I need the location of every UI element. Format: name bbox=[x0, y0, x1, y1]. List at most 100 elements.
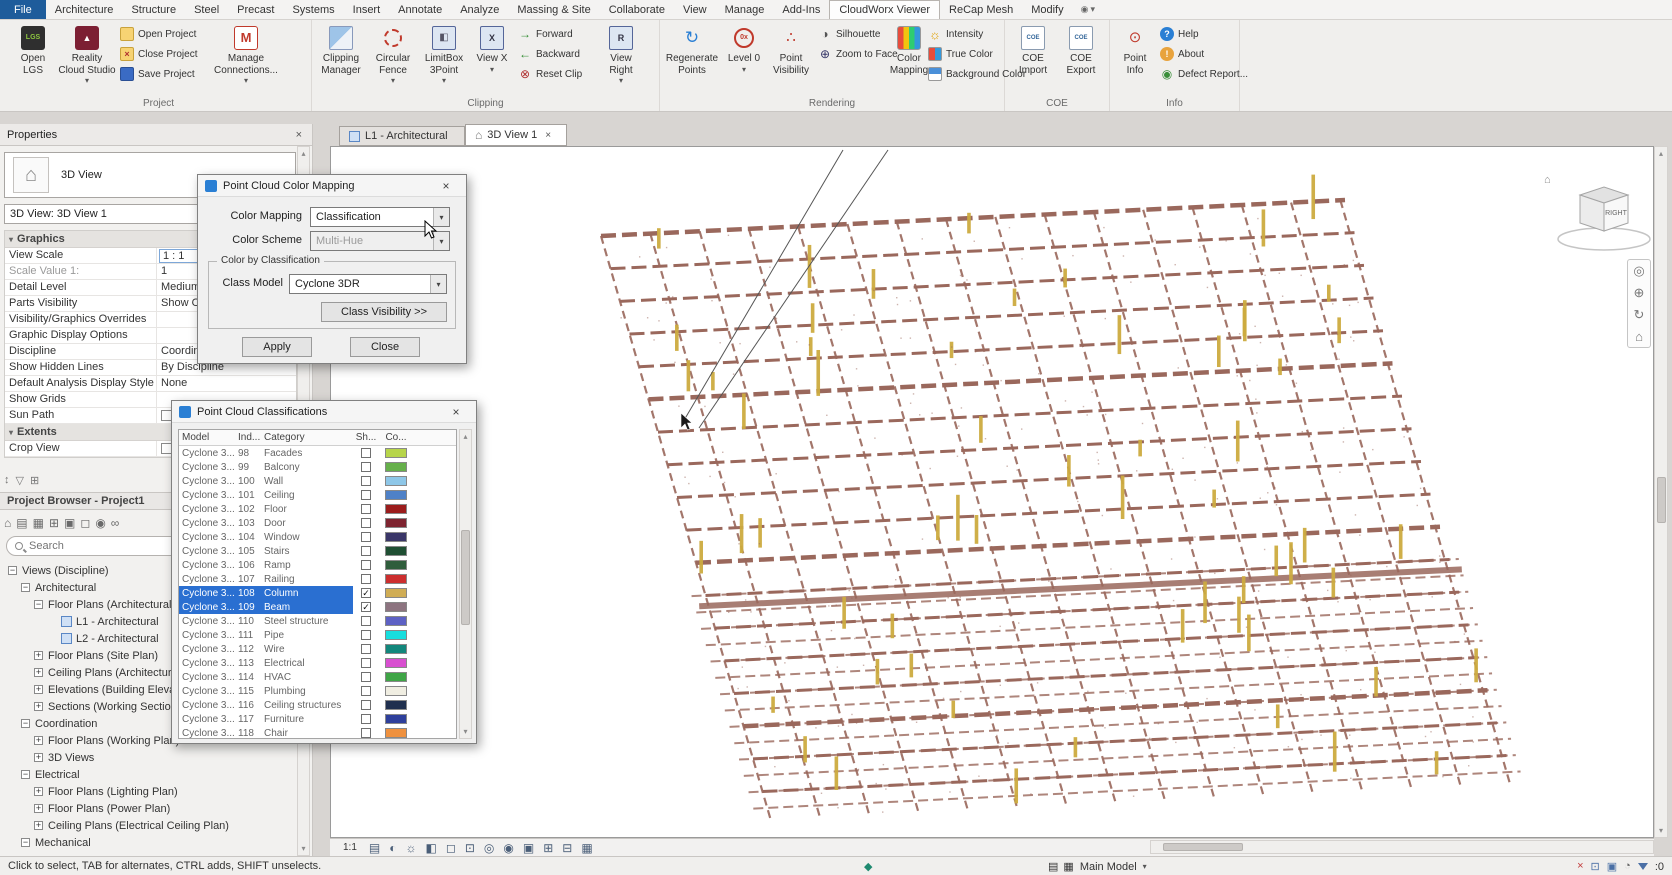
color-swatch[interactable] bbox=[385, 714, 407, 724]
visibility-checkbox[interactable] bbox=[361, 560, 371, 570]
classification-row-106[interactable]: Cyclone 3...106Ramp bbox=[179, 558, 456, 572]
column-header-ind[interactable]: Ind... bbox=[235, 430, 261, 445]
menu-item-modify[interactable]: Modify bbox=[1022, 0, 1072, 19]
tree-expander-icon[interactable]: − bbox=[21, 838, 30, 847]
visibility-checkbox[interactable] bbox=[361, 532, 371, 542]
zoom-icon[interactable]: ⊕ bbox=[1634, 285, 1645, 301]
expand-all-icon[interactable]: ⊞ bbox=[30, 474, 39, 487]
menu-item-recap-mesh[interactable]: ReCap Mesh bbox=[940, 0, 1022, 19]
classification-row-100[interactable]: Cyclone 3...100Wall bbox=[179, 474, 456, 488]
menu-item-systems[interactable]: Systems bbox=[283, 0, 343, 19]
families-icon[interactable]: ◻ bbox=[80, 516, 90, 530]
manage-connections-button[interactable]: M Manage Connections... ▾ bbox=[212, 24, 280, 96]
menu-item-precast[interactable]: Precast bbox=[228, 0, 283, 19]
classification-row-104[interactable]: Cyclone 3...104Window bbox=[179, 530, 456, 544]
sheets-icon[interactable]: ▣ bbox=[64, 516, 75, 530]
color-swatch[interactable] bbox=[385, 686, 407, 696]
menu-item-manage[interactable]: Manage bbox=[716, 0, 774, 19]
detail-level-icon[interactable]: ▤ bbox=[369, 841, 380, 855]
dialog-titlebar[interactable]: Point Cloud Classifications × bbox=[172, 401, 476, 423]
clipping-manager-button[interactable]: Clipping Manager bbox=[316, 24, 366, 96]
links-icon[interactable]: ∞ bbox=[111, 516, 120, 530]
color-swatch[interactable] bbox=[385, 476, 407, 486]
shadows-icon[interactable]: ◧ bbox=[426, 841, 437, 855]
color-swatch[interactable] bbox=[385, 462, 407, 472]
visibility-checkbox[interactable] bbox=[361, 672, 371, 682]
reveal-constraints-icon[interactable]: ⊟ bbox=[562, 841, 572, 855]
classification-row-115[interactable]: Cyclone 3...115Plumbing bbox=[179, 684, 456, 698]
color-swatch[interactable] bbox=[385, 658, 407, 668]
schedules-icon[interactable]: ⊞ bbox=[49, 516, 59, 530]
classification-row-107[interactable]: Cyclone 3...107Railing bbox=[179, 572, 456, 586]
visibility-checkbox[interactable] bbox=[361, 546, 371, 556]
column-header-model[interactable]: Model bbox=[179, 430, 235, 445]
menu-item-steel[interactable]: Steel bbox=[185, 0, 228, 19]
classification-row-99[interactable]: Cyclone 3...99Balcony bbox=[179, 460, 456, 474]
color-swatch[interactable] bbox=[385, 644, 407, 654]
classification-row-101[interactable]: Cyclone 3...101Ceiling bbox=[179, 488, 456, 502]
menu-item-collaborate[interactable]: Collaborate bbox=[600, 0, 674, 19]
reset-clip-button[interactable]: ⊗Reset Clip bbox=[518, 66, 592, 82]
color-swatch[interactable] bbox=[385, 588, 407, 598]
visibility-checkbox[interactable] bbox=[361, 658, 371, 668]
coe-export-button[interactable]: COE COE Export bbox=[1059, 24, 1103, 96]
visibility-checkbox[interactable] bbox=[361, 476, 371, 486]
tree-expander-icon[interactable]: − bbox=[8, 566, 17, 575]
tree-expander-icon[interactable]: + bbox=[34, 804, 43, 813]
color-swatch[interactable] bbox=[385, 490, 407, 500]
classification-row-108[interactable]: Cyclone 3...108Column✓ bbox=[179, 586, 456, 600]
classification-row-117[interactable]: Cyclone 3...117Furniture bbox=[179, 712, 456, 726]
tree-item-3d-views[interactable]: +3D Views bbox=[2, 749, 296, 766]
filter-list-icon[interactable]: ▽ bbox=[16, 474, 24, 487]
visibility-checkbox[interactable]: ✓ bbox=[361, 588, 371, 598]
classification-row-114[interactable]: Cyclone 3...114HVAC bbox=[179, 670, 456, 684]
reality-cloud-studio-button[interactable]: ▲ Reality Cloud Studio ▾ bbox=[58, 24, 116, 96]
background-processes-icon[interactable]: ◔ bbox=[1624, 860, 1631, 873]
level-0-button[interactable]: 0x Level 0 ▾ bbox=[724, 24, 764, 96]
tree-item-floor-plans-power-plan[interactable]: +Floor Plans (Power Plan) bbox=[2, 800, 296, 817]
display-constraints-icon[interactable]: ▣ bbox=[1607, 860, 1617, 873]
color-swatch[interactable] bbox=[385, 560, 407, 570]
open-lgs-button[interactable]: LGS Open LGS bbox=[10, 24, 56, 96]
home-icon[interactable]: ⌂ bbox=[4, 516, 11, 530]
visibility-checkbox[interactable]: ✓ bbox=[361, 602, 371, 612]
close-icon[interactable]: × bbox=[433, 179, 459, 193]
silhouette-button[interactable]: ◑Silhouette bbox=[818, 26, 884, 42]
menu-item-structure[interactable]: Structure bbox=[122, 0, 185, 19]
tree-expander-icon[interactable]: − bbox=[21, 719, 30, 728]
groups-icon[interactable]: ◉ bbox=[95, 516, 105, 530]
forward-button[interactable]: →Forward bbox=[518, 26, 592, 42]
visibility-checkbox[interactable] bbox=[361, 630, 371, 640]
ribbon-display-options[interactable]: ◉ ▾ bbox=[1073, 0, 1103, 19]
view-x-button[interactable]: X View X ▾ bbox=[472, 24, 512, 96]
color-scheme-select[interactable]: Multi-Hue ▾ bbox=[310, 231, 450, 251]
color-swatch[interactable] bbox=[385, 504, 407, 514]
menu-item-analyze[interactable]: Analyze bbox=[451, 0, 508, 19]
apply-button[interactable]: Apply bbox=[242, 337, 312, 357]
temporary-view-properties-icon[interactable]: ▣ bbox=[523, 841, 534, 855]
color-swatch[interactable] bbox=[385, 532, 407, 542]
visibility-checkbox[interactable] bbox=[361, 714, 371, 724]
classification-row-98[interactable]: Cyclone 3...98Facades bbox=[179, 446, 456, 460]
view-right-button[interactable]: R View Right ▾ bbox=[598, 24, 644, 96]
backward-button[interactable]: ←Backward bbox=[518, 46, 592, 62]
menu-item-massing-site[interactable]: Massing & Site bbox=[508, 0, 599, 19]
exclude-options-icon[interactable]: × bbox=[1577, 860, 1583, 873]
visibility-checkbox[interactable] bbox=[361, 574, 371, 584]
tree-expander-icon[interactable]: + bbox=[34, 753, 43, 762]
open-project-button[interactable]: Open Project bbox=[120, 26, 206, 42]
zoom-to-face-button[interactable]: ⊕Zoom to Face bbox=[818, 46, 884, 62]
orbit-icon[interactable]: ↻ bbox=[1634, 307, 1645, 323]
visibility-checkbox[interactable] bbox=[361, 728, 371, 738]
intensity-button[interactable]: ☼Intensity bbox=[928, 26, 1004, 42]
property-value[interactable]: None bbox=[157, 376, 296, 391]
worksets-icon[interactable]: ▤ bbox=[1048, 860, 1058, 873]
visual-style-icon[interactable]: ◐ bbox=[389, 841, 396, 855]
help-button[interactable]: ?Help bbox=[1160, 26, 1238, 42]
classification-row-118[interactable]: Cyclone 3...118Chair bbox=[179, 726, 456, 739]
classification-row-112[interactable]: Cyclone 3...112Wire bbox=[179, 642, 456, 656]
class-visibility-button[interactable]: Class Visibility >> bbox=[321, 302, 447, 322]
tree-expander-icon[interactable]: − bbox=[21, 583, 30, 592]
color-swatch[interactable] bbox=[385, 700, 407, 710]
column-header-sh[interactable]: Sh... bbox=[353, 430, 379, 445]
